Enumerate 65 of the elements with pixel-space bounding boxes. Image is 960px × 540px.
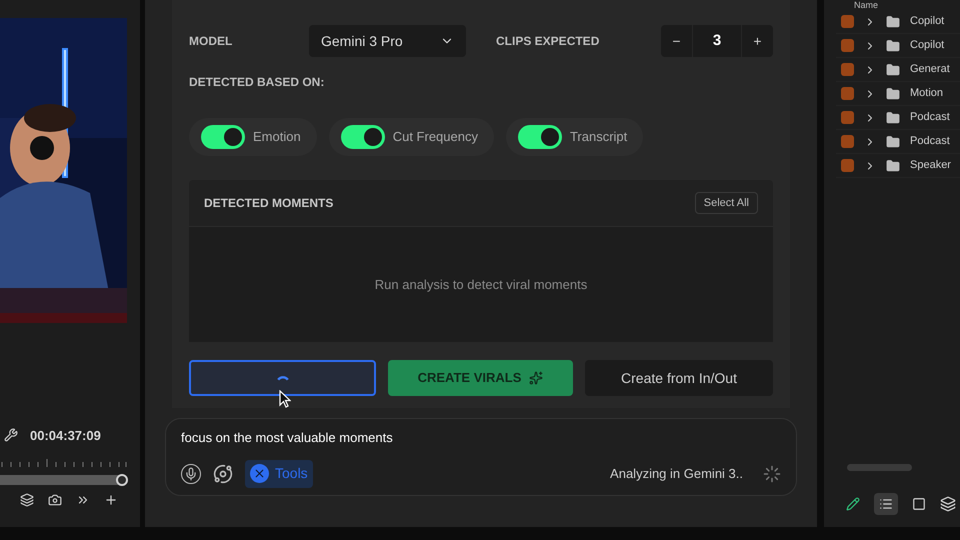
toggle-label: Transcript — [570, 128, 628, 146]
analyze-button[interactable] — [189, 360, 376, 396]
bin-row[interactable]: Copilot — [836, 10, 960, 34]
bin-name: Generat — [910, 62, 950, 78]
bin-name: Podcast — [910, 134, 950, 150]
toggle-switch[interactable] — [518, 125, 562, 149]
bin-row[interactable]: Speaker — [836, 154, 960, 178]
camera-icon[interactable] — [48, 493, 62, 507]
bin-row[interactable]: Generat — [836, 58, 960, 82]
bin-name: Speaker — [910, 158, 951, 174]
clips-value: 3 — [712, 30, 722, 51]
label-swatch-icon — [841, 39, 854, 52]
cursor-icon — [279, 390, 291, 408]
folder-icon — [886, 158, 900, 172]
label-swatch-icon — [841, 159, 854, 172]
folder-icon — [886, 14, 900, 28]
detected-based-label: DETECTED BASED ON: — [189, 74, 326, 91]
list-view-icon[interactable] — [874, 493, 898, 515]
plus-icon[interactable] — [104, 493, 118, 507]
select-all-button[interactable]: Select All — [694, 192, 758, 214]
folder-icon — [886, 134, 900, 148]
loading-spinner-icon — [763, 464, 781, 482]
moments-title: DETECTED MOMENTS — [204, 195, 334, 212]
bin-name: Copilot — [910, 38, 944, 54]
zoom-scrollbar[interactable] — [0, 475, 128, 485]
folder-icon — [886, 110, 900, 124]
label-swatch-icon — [841, 15, 854, 28]
column-header: Name — [854, 0, 878, 10]
increment-button[interactable]: + — [741, 25, 773, 57]
status-text: Analyzing in Gemini 3.. — [610, 464, 743, 483]
create-inout-button[interactable]: Create from In/Out — [585, 360, 773, 396]
create-virals-button[interactable]: CREATE VIRALS — [388, 360, 573, 396]
empty-message: Run analysis to detect viral moments — [374, 276, 588, 294]
label-swatch-icon — [841, 111, 854, 124]
folder-icon — [886, 38, 900, 52]
bin-name: Copilot — [910, 14, 944, 30]
bin-name: Podcast — [910, 110, 950, 126]
folder-icon — [886, 62, 900, 76]
toggle-switch[interactable] — [201, 125, 245, 149]
toggle-label: Cut Frequency — [392, 128, 478, 146]
decrement-button[interactable]: − — [661, 25, 693, 57]
prompt-input[interactable]: focus on the most valuable moments — [181, 428, 781, 448]
loading-spinner-icon — [276, 376, 288, 380]
horizontal-scrollbar[interactable] — [847, 464, 912, 471]
label-swatch-icon — [841, 135, 854, 148]
model-label: MODEL — [189, 33, 234, 50]
bin-row[interactable]: Podcast — [836, 130, 960, 154]
wrench-icon[interactable] — [4, 428, 18, 442]
folder-icon — [886, 86, 900, 100]
pencil-icon[interactable] — [846, 497, 860, 511]
toggle-label: Emotion — [253, 128, 301, 146]
label-swatch-icon — [841, 87, 854, 100]
timecode: 00:04:37:09 — [30, 426, 101, 444]
tools-icon — [250, 464, 269, 483]
bin-row[interactable]: Motion — [836, 82, 960, 106]
toggle-switch[interactable] — [340, 125, 385, 149]
clips-label: CLIPS EXPECTED — [496, 33, 600, 50]
model-dropdown[interactable]: Gemini 3 Pro — [309, 25, 466, 57]
label-swatch-icon — [841, 63, 854, 76]
bin-row[interactable]: Podcast — [836, 106, 960, 130]
sparkle-icon — [529, 371, 544, 385]
microphone-icon[interactable] — [181, 464, 201, 484]
orbit-icon[interactable] — [213, 464, 233, 484]
bin-name: Motion — [910, 86, 944, 102]
bin-row[interactable]: Copilot — [836, 34, 960, 58]
